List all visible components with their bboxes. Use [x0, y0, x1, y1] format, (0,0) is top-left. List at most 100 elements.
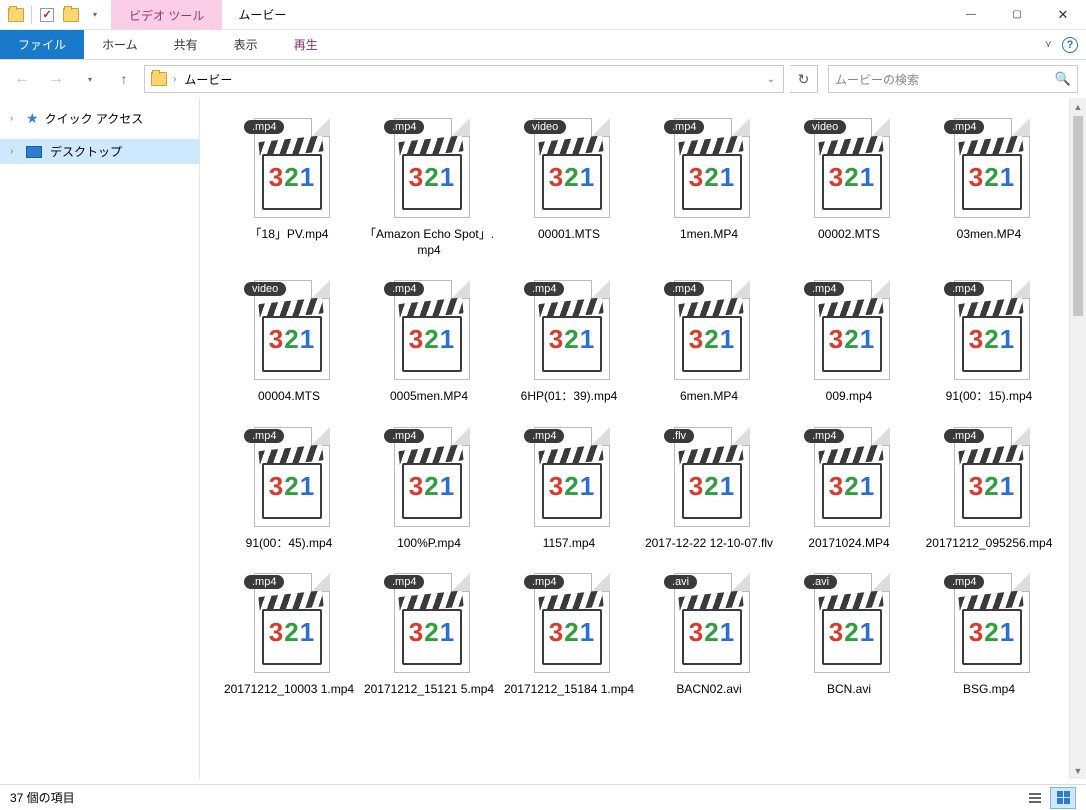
file-extension-badge: video	[804, 120, 846, 134]
file-item[interactable]: .mp43211men.MP4	[640, 108, 778, 262]
tab-play[interactable]: 再生	[276, 30, 336, 59]
ribbon-expand-icon[interactable]: ⋎	[1045, 39, 1052, 50]
up-button[interactable]: ↑	[110, 65, 138, 93]
search-box[interactable]: ムービーの検索 🔍	[828, 65, 1078, 93]
back-button[interactable]: ←	[8, 65, 36, 93]
file-item[interactable]: .mp4321009.mp4	[780, 270, 918, 408]
file-item[interactable]: .mp43210005men.MP4	[360, 270, 498, 408]
tab-file[interactable]: ファイル	[0, 30, 84, 59]
file-name: 20171212_095256.mp4	[926, 535, 1053, 551]
file-item[interactable]: .mp4321 6HP(01：39).mp4	[500, 270, 638, 408]
file-item[interactable]: .avi321BCN.avi	[780, 563, 918, 701]
chevron-right-icon[interactable]: ›	[171, 74, 178, 85]
file-name: 6men.MP4	[680, 388, 738, 404]
file-item[interactable]: .mp432191(00：15).mp4	[920, 270, 1058, 408]
file-extension-badge: .mp4	[384, 120, 424, 134]
file-extension-badge: .mp4	[664, 282, 704, 296]
chevron-right-icon[interactable]: ›	[10, 113, 22, 124]
chevron-right-icon[interactable]: ›	[10, 146, 22, 157]
address-bar[interactable]: › ムービー ⌄	[144, 65, 784, 93]
qat-new-folder-button[interactable]	[59, 0, 83, 30]
qat-customize-button[interactable]: ▾	[83, 0, 107, 30]
file-extension-badge: .mp4	[524, 429, 564, 443]
tab-home[interactable]: ホーム	[84, 30, 156, 59]
tab-view[interactable]: 表示	[216, 30, 276, 59]
file-extension-badge: .avi	[664, 575, 697, 589]
file-name: 20171024.MP4	[808, 535, 889, 551]
file-extension-badge: .mp4	[244, 120, 284, 134]
nav-desktop[interactable]: › デスクトップ	[0, 139, 199, 164]
navigation-bar: ← → ▾ ↑ › ムービー ⌄ ↻ ムービーの検索 🔍	[0, 60, 1086, 98]
file-item[interactable]: .mp4321「Amazon Echo Spot」.mp4	[360, 108, 498, 262]
file-item[interactable]: .mp432191(00：45).mp4	[220, 417, 358, 555]
file-item[interactable]: video32100001.MTS	[500, 108, 638, 262]
file-list[interactable]: .mp4321「18」PV.mp4.mp4321「Amazon Echo Spo…	[200, 98, 1086, 779]
file-item[interactable]: .mp4321 20171212_095256.mp4	[920, 417, 1058, 555]
file-item[interactable]: .mp432120171024.MP4	[780, 417, 918, 555]
file-extension-badge: .mp4	[944, 575, 984, 589]
view-details-button[interactable]	[1022, 787, 1048, 809]
file-thumbnail: .mp4321	[944, 112, 1034, 222]
file-extension-badge: .mp4	[804, 282, 844, 296]
file-item[interactable]: .mp4321「18」PV.mp4	[220, 108, 358, 262]
icons-view-icon	[1057, 791, 1070, 804]
refresh-button[interactable]: ↻	[790, 65, 818, 93]
tab-share[interactable]: 共有	[156, 30, 216, 59]
file-extension-badge: .avi	[804, 575, 837, 589]
minimize-button[interactable]: —	[948, 0, 994, 29]
file-name: 20171212_10003 1.mp4	[224, 681, 354, 697]
file-item[interactable]: .avi321BACN02.avi	[640, 563, 778, 701]
file-thumbnail: .mp4321	[244, 567, 334, 677]
file-thumbnail: .mp4321	[944, 567, 1034, 677]
qat-properties-button[interactable]: ✓	[35, 0, 59, 30]
file-item[interactable]: .mp4321 20171212_10003 1.mp4	[220, 563, 358, 701]
file-name: 20171212_15121 5.mp4	[364, 681, 494, 697]
file-thumbnail: .mp4321	[524, 274, 614, 384]
file-item[interactable]: .mp4321100%P.mp4	[360, 417, 498, 555]
scroll-up-icon[interactable]: ▲	[1070, 98, 1086, 115]
forward-button[interactable]: →	[42, 65, 70, 93]
window-title: ムービー	[222, 0, 302, 29]
file-item[interactable]: .mp43211157.mp4	[500, 417, 638, 555]
view-icons-button[interactable]	[1050, 787, 1076, 809]
close-button[interactable]: ✕	[1040, 0, 1086, 29]
file-name: 03men.MP4	[957, 226, 1022, 242]
file-thumbnail: .mp4321	[384, 274, 474, 384]
file-item[interactable]: .mp4321 BSG.mp4	[920, 563, 1058, 701]
address-dropdown-icon[interactable]: ⌄	[761, 74, 781, 85]
file-name: 6HP(01：39).mp4	[521, 388, 618, 404]
file-item[interactable]: .mp4321 20171212_15121 5.mp4	[360, 563, 498, 701]
file-item[interactable]: video321 00002.MTS	[780, 108, 918, 262]
breadcrumb[interactable]: ムービー	[178, 71, 238, 88]
maximize-button[interactable]: ▢	[994, 0, 1040, 29]
file-extension-badge: .mp4	[944, 429, 984, 443]
file-extension-badge: .mp4	[944, 120, 984, 134]
file-thumbnail: .mp4321	[384, 567, 474, 677]
file-name: 00002.MTS	[818, 226, 880, 242]
file-item[interactable]: .flv3212017-12-22 12-10-07.flv	[640, 417, 778, 555]
search-icon[interactable]: 🔍	[1055, 71, 1071, 87]
navigation-pane: › ★ クイック アクセス › デスクトップ	[0, 98, 200, 779]
file-item[interactable]: video32100004.MTS	[220, 270, 358, 408]
file-extension-badge: .mp4	[664, 120, 704, 134]
file-name: 91(00：15).mp4	[946, 388, 1033, 404]
file-item[interactable]: .mp4321 03men.MP4	[920, 108, 1058, 262]
file-extension-badge: .mp4	[244, 429, 284, 443]
scrollbar-thumb[interactable]	[1073, 116, 1083, 316]
address-folder-icon	[151, 72, 167, 86]
nav-quick-access[interactable]: › ★ クイック アクセス	[0, 106, 199, 131]
vertical-scrollbar[interactable]: ▲ ▼	[1069, 98, 1086, 779]
scroll-down-icon[interactable]: ▼	[1070, 762, 1086, 779]
file-item[interactable]: .mp432120171212_15184 1.mp4	[500, 563, 638, 701]
file-name: BSG.mp4	[963, 681, 1015, 697]
help-icon[interactable]: ?	[1062, 37, 1078, 53]
file-name: 「Amazon Echo Spot」.mp4	[363, 226, 495, 258]
recent-dropdown[interactable]: ▾	[76, 65, 104, 93]
file-item[interactable]: .mp43216men.MP4	[640, 270, 778, 408]
quick-access-toolbar: ✓ ▾	[0, 0, 111, 29]
file-extension-badge: .flv	[664, 429, 694, 443]
file-thumbnail: video321	[804, 112, 894, 222]
file-thumbnail: .mp4321	[944, 421, 1034, 531]
context-tab-video-tools[interactable]: ビデオ ツール	[111, 0, 222, 30]
file-thumbnail: .mp4321	[664, 112, 754, 222]
